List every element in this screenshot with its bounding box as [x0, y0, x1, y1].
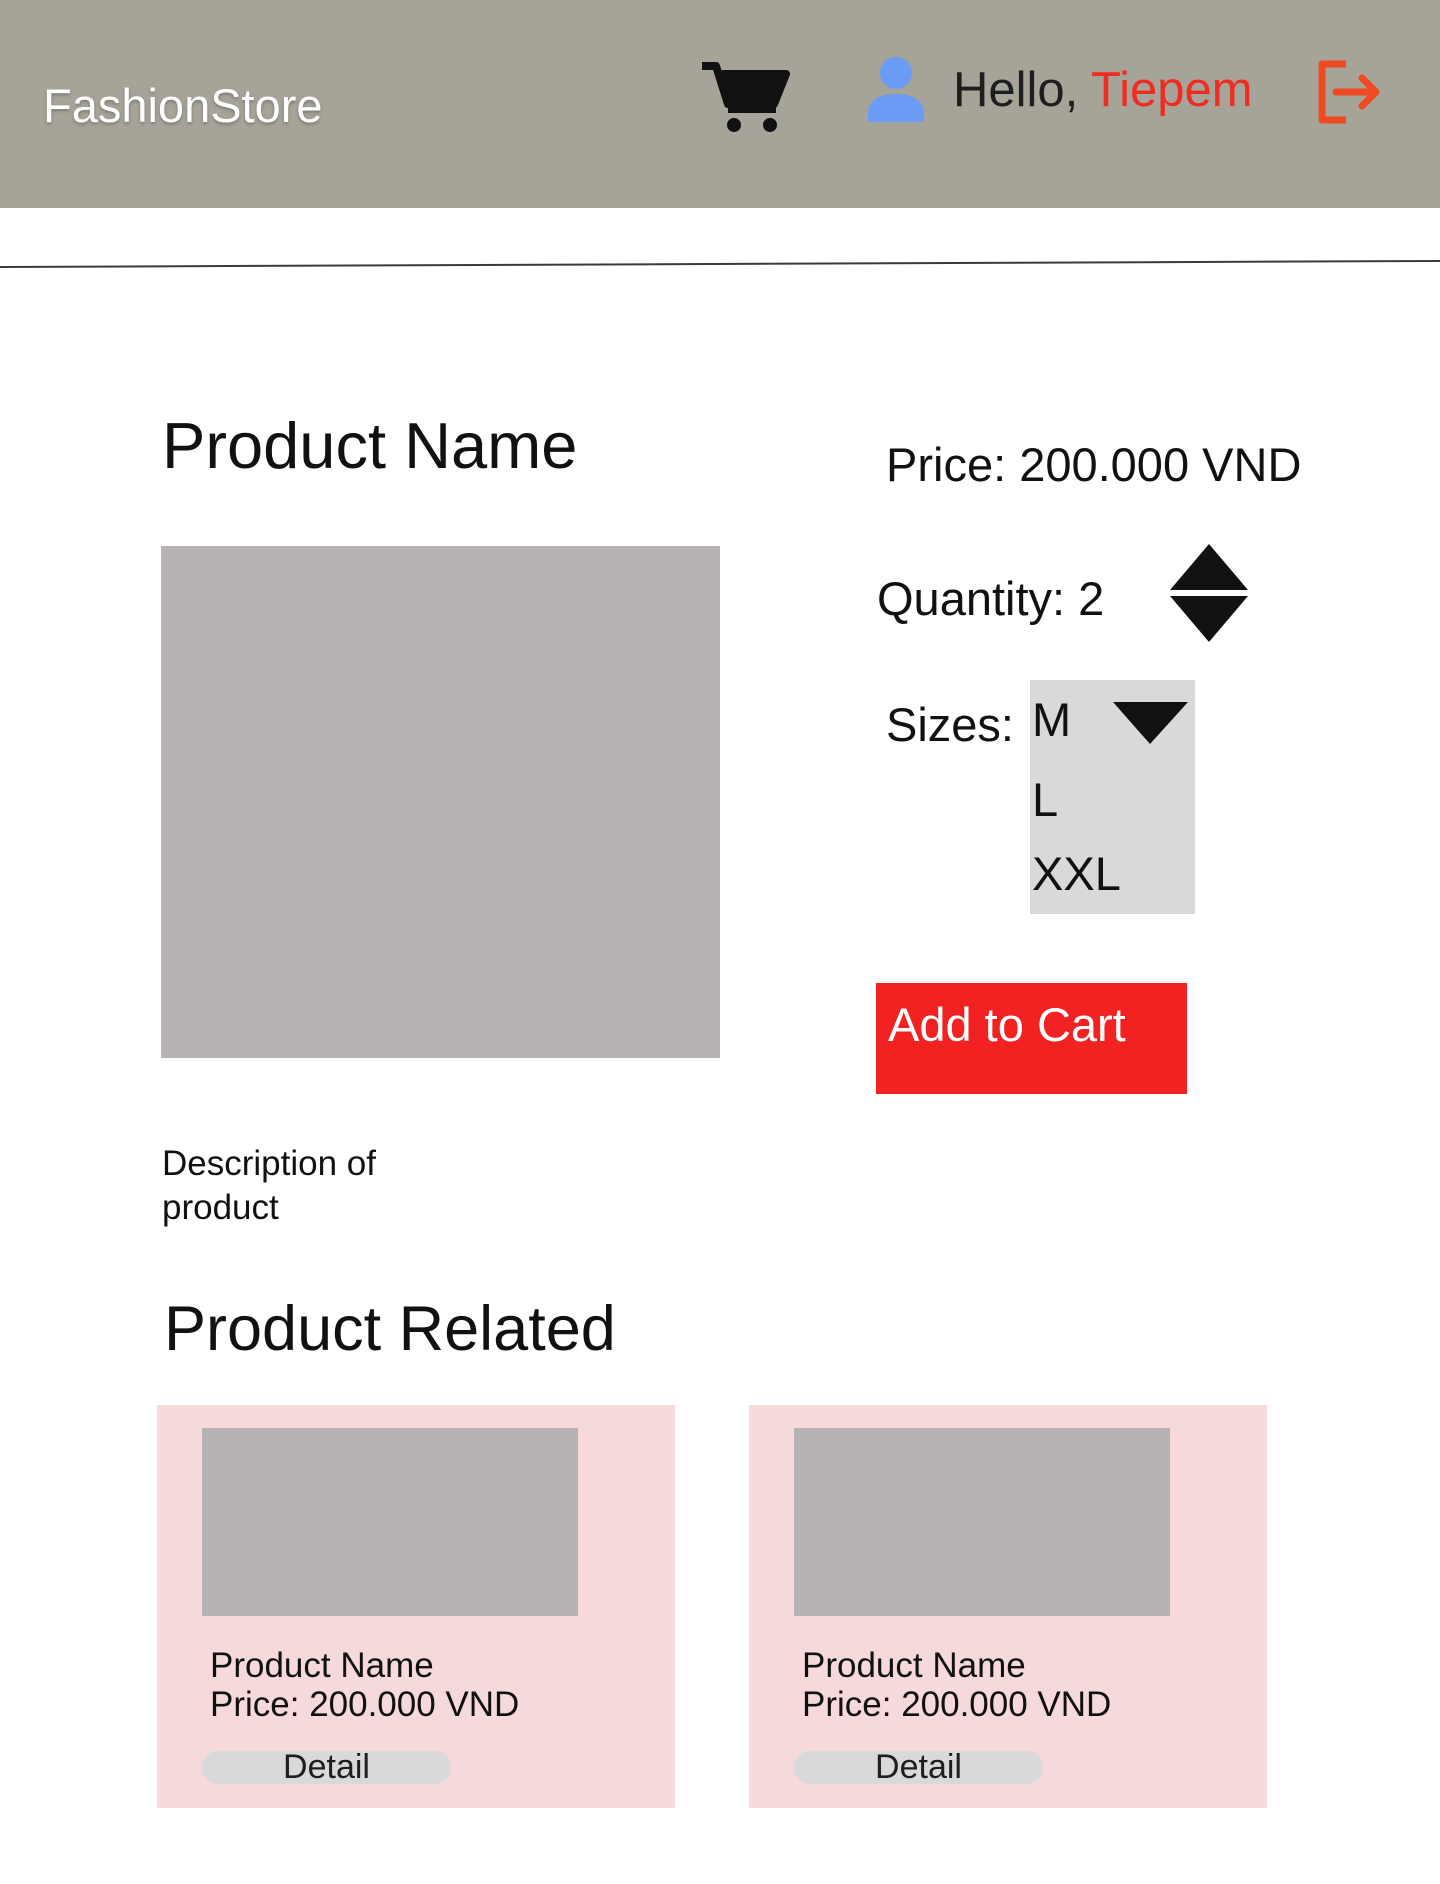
detail-button[interactable]: Detail [202, 1750, 451, 1784]
greeting-text: Hello, [953, 63, 1092, 117]
size-option-m[interactable]: M [1032, 692, 1071, 747]
related-product-price: Price: 200.000 VND [210, 1685, 520, 1724]
user-name[interactable]: Tiepem [1091, 63, 1253, 117]
size-option-l[interactable]: L [1032, 772, 1058, 827]
brand-logo[interactable]: FashionStore [43, 78, 323, 133]
related-product-price: Price: 200.000 VND [802, 1685, 1112, 1724]
related-product-name: Product Name [210, 1646, 434, 1685]
decrease-quantity-icon[interactable] [1170, 596, 1248, 642]
detail-button[interactable]: Detail [794, 1750, 1043, 1784]
logout-button[interactable] [1316, 58, 1382, 126]
quantity-stepper[interactable] [1170, 544, 1248, 643]
quantity-label: Quantity: 2 [877, 572, 1105, 625]
size-option-xxl[interactable]: XXL [1032, 846, 1121, 901]
product-title: Product Name [162, 409, 578, 482]
product-price: Price: 200.000 VND [886, 438, 1302, 491]
top-navbar: FashionStore Hello, Tiepem [0, 0, 1440, 208]
related-product-name: Product Name [802, 1646, 1026, 1685]
shopping-cart-icon [702, 62, 790, 132]
related-product-card[interactable]: Product Name Price: 200.000 VND Detail [749, 1405, 1267, 1808]
related-products-title: Product Related [164, 1294, 616, 1364]
user-greeting: Hello, Tiepem [953, 62, 1253, 118]
sizes-label: Sizes: [886, 698, 1014, 751]
header-divider [0, 259, 1440, 268]
add-to-cart-label: Add to Cart [888, 998, 1126, 1051]
product-image-placeholder [161, 546, 720, 1058]
user-icon[interactable] [864, 56, 928, 122]
related-product-image [794, 1428, 1170, 1616]
increase-quantity-icon[interactable] [1170, 544, 1248, 590]
size-select[interactable]: M L XXL [1030, 680, 1195, 914]
logout-icon [1318, 60, 1380, 124]
chevron-down-icon[interactable] [1113, 702, 1188, 744]
related-product-card[interactable]: Product Name Price: 200.000 VND Detail [157, 1405, 675, 1808]
product-description: Description of product [162, 1144, 376, 1227]
related-product-image [202, 1428, 578, 1616]
add-to-cart-button[interactable]: Add to Cart [876, 983, 1187, 1094]
cart-button[interactable] [700, 58, 792, 134]
